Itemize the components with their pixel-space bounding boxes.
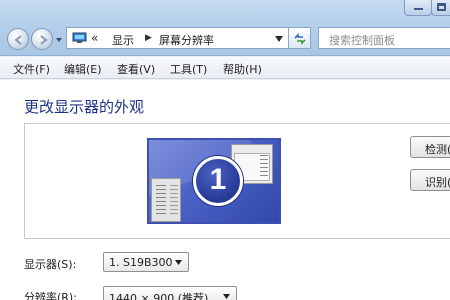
- preview-sidebar-lines: [156, 185, 166, 217]
- minimize-button[interactable]: [404, 0, 432, 16]
- forward-arrow-icon: [40, 35, 48, 45]
- menu-tools[interactable]: 工具(T): [170, 61, 207, 77]
- menu-edit[interactable]: 编辑(E): [64, 61, 102, 77]
- address-dropdown-icon[interactable]: [275, 36, 283, 42]
- detect-button[interactable]: 检测(C): [410, 136, 450, 158]
- resolution-label: 分辨率(R):: [24, 291, 77, 300]
- menu-help[interactable]: 帮助(H): [223, 61, 262, 77]
- monitor-number-badge: 1: [193, 156, 243, 206]
- page-title: 更改显示器的外观: [24, 98, 145, 116]
- address-bar[interactable]: « 显示 ▶ 屏幕分辨率: [66, 27, 289, 49]
- display-label: 显示器(S):: [24, 258, 77, 271]
- computer-icon: [72, 32, 87, 43]
- maximize-button[interactable]: [431, 0, 450, 16]
- breadcrumb-screen-resolution[interactable]: 屏幕分辨率: [159, 32, 214, 48]
- back-arrow-icon: [14, 35, 22, 45]
- back-button[interactable]: [7, 28, 29, 50]
- display-select-value: 1. S19B300: [109, 256, 173, 269]
- forward-button[interactable]: [31, 28, 53, 50]
- display-select[interactable]: 1. S19B300: [103, 252, 189, 272]
- monitor-number: 1: [209, 163, 227, 196]
- refresh-button[interactable]: [289, 27, 311, 49]
- refresh-icon: [294, 33, 306, 45]
- identify-button[interactable]: 识别(I): [410, 169, 450, 191]
- search-input[interactable]: 搜索控制面板: [318, 27, 450, 49]
- menu-file[interactable]: 文件(F): [13, 61, 50, 77]
- chevron-down-icon: [223, 294, 230, 299]
- recent-pages-chevron-icon[interactable]: [55, 36, 63, 44]
- chevron-down-icon: [175, 260, 182, 265]
- menu-view[interactable]: 查看(V): [117, 61, 155, 77]
- display-preview-panel: 1: [24, 123, 450, 239]
- preview-sidebar-lines-2: [170, 185, 178, 217]
- maximize-icon: [437, 3, 446, 11]
- search-placeholder: 搜索控制面板: [329, 34, 395, 47]
- preview-sidebar-icon: [151, 178, 181, 222]
- breadcrumb-overflow[interactable]: «: [91, 31, 98, 45]
- minimize-icon: [414, 8, 423, 10]
- resolution-select[interactable]: 1440 × 900 (推荐): [103, 286, 237, 300]
- preview-window-lines: [260, 155, 268, 179]
- breadcrumb-display[interactable]: 显示: [112, 32, 134, 48]
- menu-bar: 文件(F) 编辑(E) 查看(V) 工具(T) 帮助(H): [0, 57, 450, 79]
- title-bar: « 显示 ▶ 屏幕分辨率 搜索控制面板: [0, 0, 450, 56]
- resolution-select-value: 1440 × 900 (推荐): [109, 292, 209, 300]
- main-content: 更改显示器的外观 1 检测(C) 识别(I) 显示器(S): 1. S19B30…: [0, 80, 450, 300]
- monitor-1-tile[interactable]: 1: [147, 138, 281, 224]
- breadcrumb-separator-icon[interactable]: ▶: [145, 33, 152, 43]
